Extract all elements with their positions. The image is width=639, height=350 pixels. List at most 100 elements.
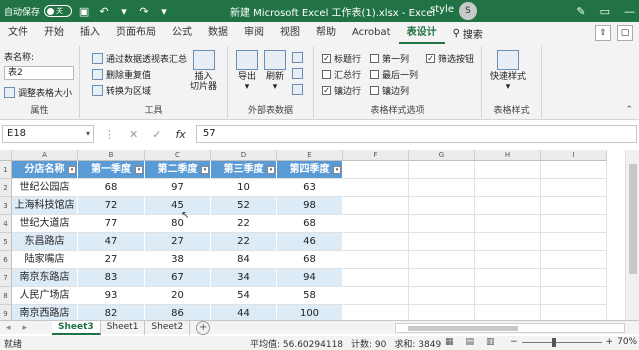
table-value-cell[interactable]: 58 <box>277 287 343 305</box>
share-icon[interactable]: ⇪ <box>595 25 611 41</box>
table-store-cell[interactable]: 人民广场店 <box>12 287 78 305</box>
horizontal-scroll-thumb[interactable] <box>408 326 518 331</box>
insert-function-icon[interactable]: fx <box>175 128 185 141</box>
empty-cell[interactable] <box>409 161 475 179</box>
filter-dropdown-icon[interactable]: ▾ <box>135 166 143 174</box>
table-value-cell[interactable]: 27 <box>145 233 211 251</box>
row-header[interactable]: 1 <box>0 161 12 179</box>
table-value-cell[interactable]: 46 <box>277 233 343 251</box>
filter-button-checkbox[interactable]: ✓ 筛选按钮 <box>426 52 474 65</box>
tab-insert[interactable]: 插入 <box>72 22 108 44</box>
customize-qat-icon[interactable]: ▾ <box>156 3 172 19</box>
column-header[interactable]: B <box>78 150 145 161</box>
table-value-cell[interactable]: 84 <box>211 251 277 269</box>
filter-dropdown-icon[interactable]: ▾ <box>68 166 76 174</box>
enter-icon[interactable]: ✓ <box>152 128 161 141</box>
table-value-cell[interactable]: 68 <box>277 251 343 269</box>
tab-home[interactable]: 开始 <box>36 22 72 44</box>
name-box-dropdown-icon[interactable]: ▾ <box>86 126 90 142</box>
empty-cell[interactable] <box>475 197 541 215</box>
empty-cell[interactable] <box>409 233 475 251</box>
empty-cell[interactable] <box>475 179 541 197</box>
table-header-cell[interactable]: 第三季度 ▾ <box>211 161 277 179</box>
page-layout-view-icon[interactable]: ▤ <box>466 337 475 347</box>
user-name[interactable]: style <box>430 4 454 15</box>
table-value-cell[interactable]: 94 <box>277 269 343 287</box>
add-sheet-button[interactable]: + <box>196 320 211 335</box>
cancel-icon[interactable]: ✕ <box>129 128 138 141</box>
column-header[interactable]: G <box>409 150 475 161</box>
avatar[interactable]: S <box>459 2 477 20</box>
row-header[interactable]: 2 <box>0 179 12 197</box>
table-value-cell[interactable]: 47 <box>78 233 145 251</box>
collapse-ribbon-icon[interactable]: ⌃ <box>625 105 633 115</box>
empty-cell[interactable] <box>409 287 475 305</box>
zoom-control[interactable]: − + 70% <box>510 337 637 347</box>
empty-cell[interactable] <box>343 179 409 197</box>
empty-cell[interactable] <box>541 197 607 215</box>
table-store-cell[interactable]: 东昌路店 <box>12 233 78 251</box>
table-value-cell[interactable]: 93 <box>78 287 145 305</box>
column-header[interactable]: F <box>343 150 409 161</box>
column-header[interactable]: D <box>211 150 277 161</box>
tab-file[interactable]: 文件 <box>0 22 36 44</box>
sheet-tab-sheet3[interactable]: Sheet3 <box>52 320 101 335</box>
refresh-button[interactable]: 刷新 ▾ <box>264 50 286 92</box>
table-value-cell[interactable]: 38 <box>145 251 211 269</box>
empty-cell[interactable] <box>541 251 607 269</box>
zoom-slider-knob[interactable] <box>551 337 556 347</box>
table-store-cell[interactable]: 世纪大道店 <box>12 215 78 233</box>
summarize-pivot-button[interactable]: 通过数据透视表汇总 <box>92 52 187 65</box>
tab-data[interactable]: 数据 <box>200 22 236 44</box>
tab-acrobat[interactable]: Acrobat <box>344 22 399 44</box>
prev-sheet-icon[interactable]: ◂ <box>6 323 11 333</box>
resize-table-button[interactable]: 调整表格大小 <box>4 86 72 99</box>
empty-cell[interactable] <box>475 287 541 305</box>
header-row-checkbox[interactable]: ✓ 标题行 <box>322 52 361 65</box>
empty-cell[interactable] <box>343 269 409 287</box>
empty-cell[interactable] <box>475 251 541 269</box>
table-store-cell[interactable]: 南京东路店 <box>12 269 78 287</box>
column-header[interactable]: A <box>12 150 78 161</box>
empty-cell[interactable] <box>475 215 541 233</box>
last-column-checkbox[interactable]: 最后一列 <box>370 68 418 81</box>
undo-icon[interactable]: ↶ <box>96 3 112 19</box>
empty-cell[interactable] <box>343 233 409 251</box>
table-value-cell[interactable]: 10 <box>211 179 277 197</box>
redo-icon[interactable]: ↷ <box>136 3 152 19</box>
vertical-scrollbar[interactable] <box>625 150 639 320</box>
empty-cell[interactable] <box>409 251 475 269</box>
table-value-cell[interactable]: 72 <box>78 197 145 215</box>
table-value-cell[interactable]: 83 <box>78 269 145 287</box>
table-value-cell[interactable]: 77 <box>78 215 145 233</box>
empty-cell[interactable] <box>343 251 409 269</box>
zoom-in-icon[interactable]: + <box>606 337 614 347</box>
empty-cell[interactable] <box>343 215 409 233</box>
tab-table-design[interactable]: 表设计 <box>398 22 445 44</box>
page-break-view-icon[interactable]: ▥ <box>486 337 495 347</box>
empty-cell[interactable] <box>541 215 607 233</box>
minimize-icon[interactable]: — <box>624 5 635 18</box>
column-header[interactable]: H <box>475 150 541 161</box>
banded-rows-checkbox[interactable]: ✓ 镶边行 <box>322 84 361 97</box>
table-header-cell[interactable]: 第四季度 ▾ <box>277 161 343 179</box>
sheet-tab-sheet1[interactable]: Sheet1 <box>101 320 146 335</box>
next-sheet-icon[interactable]: ▸ <box>23 323 28 333</box>
row-header[interactable]: 3 <box>0 197 12 215</box>
table-store-cell[interactable]: 陆家嘴店 <box>12 251 78 269</box>
tab-formulas[interactable]: 公式 <box>164 22 200 44</box>
table-header-cell[interactable]: 分店名称 ▾ <box>12 161 78 179</box>
filter-dropdown-icon[interactable]: ▾ <box>267 166 275 174</box>
empty-cell[interactable] <box>541 161 607 179</box>
quick-styles-button[interactable]: 快速样式 ▾ <box>490 50 526 92</box>
worksheet-grid[interactable]: A B C D E F G H I 1 分店名称 ▾ 第一季度 ▾ 第二季度 ▾ 第三季度 ▾ 第四季度 ▾ 2 世纪公园… <box>0 150 639 323</box>
table-value-cell[interactable]: 67 <box>145 269 211 287</box>
horizontal-scrollbar[interactable] <box>395 323 625 333</box>
empty-cell[interactable] <box>541 287 607 305</box>
empty-cell[interactable] <box>343 197 409 215</box>
table-name-input[interactable]: 表2 <box>4 66 74 80</box>
empty-cell[interactable] <box>343 287 409 305</box>
comments-icon[interactable]: ▢ <box>617 25 633 41</box>
row-header[interactable]: 5 <box>0 233 12 251</box>
table-header-cell[interactable]: 第二季度 ▾ <box>145 161 211 179</box>
